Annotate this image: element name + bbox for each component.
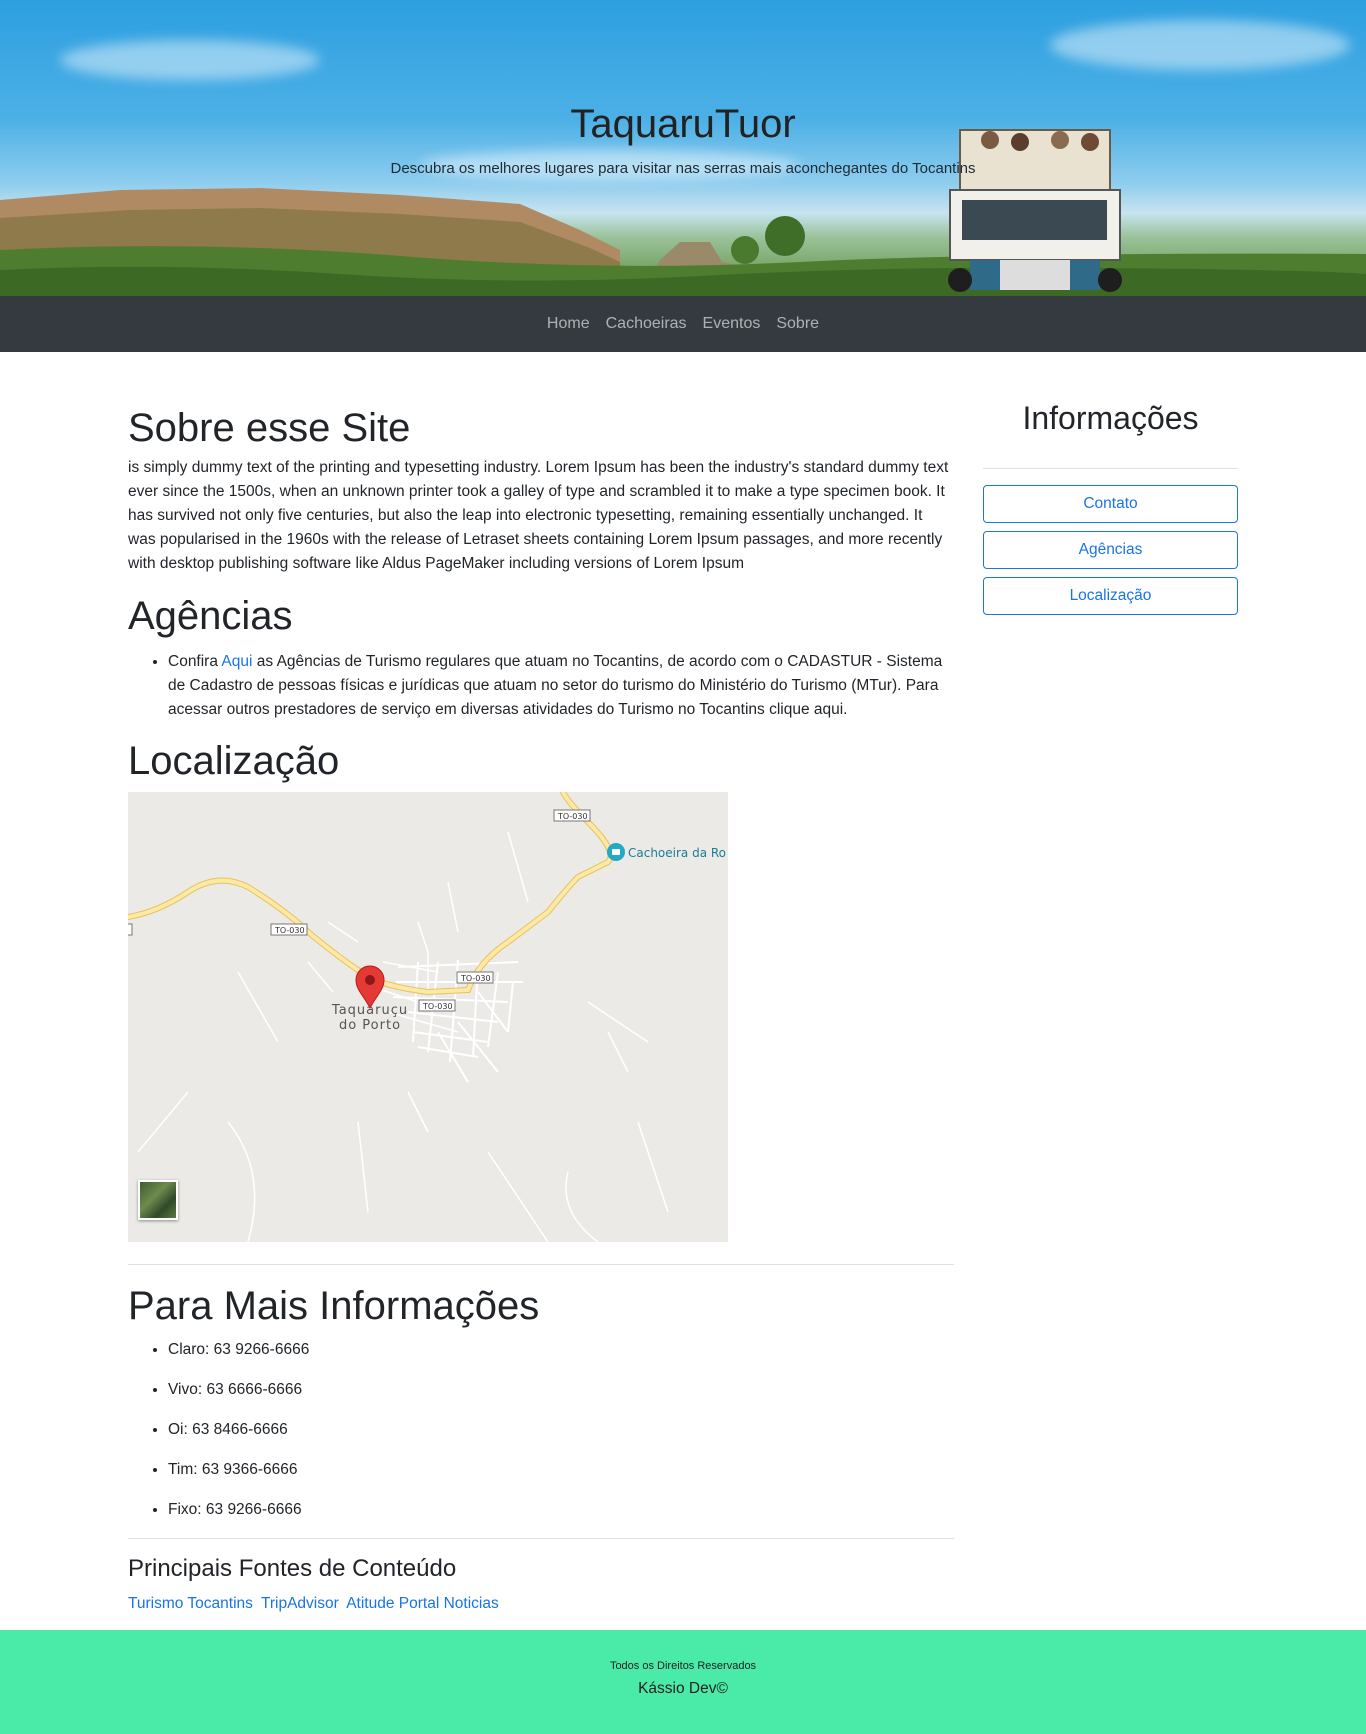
localizacao-heading: Localização (128, 739, 340, 783)
hero-banner: TaquaruTuor Descubra os melhores lugares… (0, 0, 1366, 296)
localizacao-button[interactable]: Localização (983, 577, 1238, 615)
agencias-heading: Agências (128, 594, 293, 638)
contato-button[interactable]: Contato (983, 485, 1238, 523)
main-navbar: Home Cachoeiras Eventos Sobre (0, 296, 1366, 352)
more-info-heading: Para Mais Informações (128, 1284, 540, 1328)
phone-item-vivo: Vivo: 63 6666-6666 (168, 1378, 954, 1402)
phone-item-fixo: Fixo: 63 9266-6666 (168, 1498, 954, 1522)
agencias-button[interactable]: Agências (983, 531, 1238, 569)
nav-eventos[interactable]: Eventos (695, 296, 769, 352)
phone-list: Claro: 63 9266-6666 Vivo: 63 6666-6666 O… (128, 1338, 954, 1538)
agencias-prefix: Confira (168, 653, 222, 670)
agencias-aqui-link[interactable]: Aqui (221, 653, 252, 670)
embedded-map[interactable]: TO-030 TO-030 TO-030 TO-030 Cachoeira da… (128, 792, 728, 1242)
footer-rights: Todos os Direitos Reservados (609, 1660, 757, 1672)
agencias-list: Confira Aqui as Agências de Turismo regu… (128, 650, 954, 722)
site-subtitle: Descubra os melhores lugares para visita… (390, 160, 976, 177)
road-to-030 (128, 792, 614, 996)
phone-item-claro: Claro: 63 9266-6666 (168, 1338, 954, 1362)
site-title: TaquaruTuor (570, 102, 796, 146)
about-heading: Sobre esse Site (128, 406, 411, 450)
nav-sobre[interactable]: Sobre (768, 296, 827, 352)
satellite-toggle-button[interactable] (138, 1180, 178, 1220)
about-text: is simply dummy text of the printing and… (128, 459, 949, 572)
poi-marker[interactable]: Cachoeira da Ro (607, 843, 726, 861)
road-label: TO-030 (274, 926, 305, 935)
fonte-link-turismo-tocantins[interactable]: Turismo Tocantins (128, 1595, 253, 1612)
poi-label: Cachoeira da Ro (628, 846, 726, 860)
road-label: TO-030 (422, 1002, 453, 1011)
page-footer: Todos os Direitos Reservados Kássio Dev© (0, 1630, 1366, 1734)
divider (128, 1264, 954, 1265)
nav-home[interactable]: Home (539, 296, 598, 352)
footer-author: Kássio Dev© (638, 1680, 728, 1697)
nav-cachoeiras[interactable]: Cachoeiras (598, 296, 695, 352)
fontes-heading: Principais Fontes de Conteúdo (128, 1555, 457, 1582)
road-label: TO-030 (460, 974, 491, 983)
phone-item-tim: Tim: 63 9366-6666 (168, 1458, 954, 1482)
road-label: TO-030 (557, 812, 588, 821)
sidebar-heading: Informações (1022, 400, 1199, 436)
map-streets: TO-030 TO-030 TO-030 TO-030 Cachoeira da… (128, 792, 726, 1242)
list-item: Confira Aqui as Agências de Turismo regu… (168, 650, 954, 722)
fonte-link-tripadvisor[interactable]: TripAdvisor (261, 1595, 339, 1612)
mountain-landscape (0, 188, 1366, 296)
cloud-shape (60, 40, 320, 80)
divider (983, 468, 1238, 469)
town-label-line2: do Porto (339, 1018, 401, 1033)
map-pin-icon[interactable] (355, 965, 385, 1010)
phone-item-oi: Oi: 63 8466-6666 (168, 1418, 954, 1442)
fontes-links: Turismo Tocantins TripAdvisor Atitude Po… (128, 1595, 503, 1613)
divider (128, 1538, 954, 1539)
agencias-suffix: as Agências de Turismo regulares que atu… (168, 653, 943, 718)
fonte-link-atitude-portal[interactable]: Atitude Portal Noticias (346, 1595, 499, 1612)
cloud-shape (1050, 20, 1350, 70)
